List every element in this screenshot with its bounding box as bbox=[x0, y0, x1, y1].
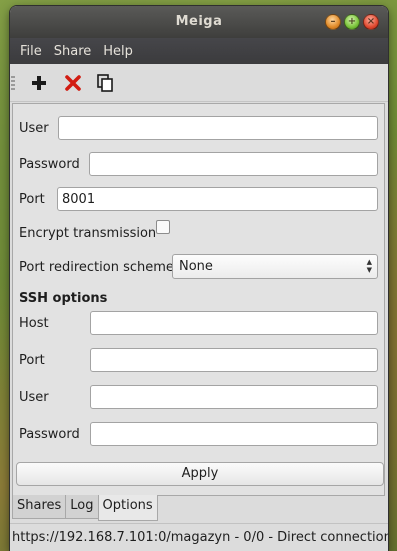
tab-log[interactable]: Log bbox=[65, 495, 99, 519]
ssh-user-field[interactable] bbox=[90, 385, 378, 409]
redirection-label: Port redirection scheme bbox=[19, 260, 174, 275]
copy-button[interactable] bbox=[94, 72, 116, 94]
close-icon: × bbox=[366, 16, 376, 27]
menu-file[interactable]: File bbox=[14, 44, 48, 59]
ssh-host-field[interactable] bbox=[90, 311, 378, 335]
port-label: Port bbox=[19, 192, 45, 207]
ssh-password-label: Password bbox=[19, 427, 80, 442]
maximize-button[interactable]: + bbox=[344, 14, 360, 30]
plus-icon bbox=[32, 76, 46, 90]
minimize-button[interactable]: – bbox=[325, 14, 341, 30]
status-bar: https://192.168.7.101:0/magazyn - 0/0 - … bbox=[10, 523, 388, 551]
user-label: User bbox=[19, 121, 49, 136]
ssh-port-field[interactable] bbox=[90, 348, 378, 372]
password-label: Password bbox=[19, 157, 80, 172]
tab-bar: Shares Log Options bbox=[12, 495, 158, 521]
options-panel: User Password Port Encrypt transmission … bbox=[12, 103, 385, 496]
title-bar[interactable]: Meiga – + × bbox=[10, 6, 388, 38]
ssh-password-field[interactable] bbox=[90, 422, 378, 446]
encrypt-checkbox[interactable] bbox=[156, 220, 170, 234]
copy-icon bbox=[97, 74, 113, 92]
maximize-icon: + bbox=[347, 16, 357, 27]
minimize-icon: – bbox=[330, 16, 336, 27]
tab-shares[interactable]: Shares bbox=[12, 495, 67, 519]
ssh-section-title: SSH options bbox=[19, 291, 108, 306]
menu-help[interactable]: Help bbox=[97, 44, 139, 59]
tab-options[interactable]: Options bbox=[97, 495, 158, 521]
encrypt-label: Encrypt transmission bbox=[19, 226, 157, 241]
ssh-user-label: User bbox=[19, 390, 49, 405]
app-window: Meiga – + × File Share Help User Passwor… bbox=[10, 6, 388, 551]
menu-share[interactable]: Share bbox=[48, 44, 98, 59]
ssh-port-label: Port bbox=[19, 353, 45, 368]
red-x-icon bbox=[65, 75, 81, 91]
menu-bar: File Share Help bbox=[10, 38, 388, 64]
user-field[interactable] bbox=[58, 116, 378, 140]
port-field[interactable] bbox=[57, 187, 378, 211]
apply-button[interactable]: Apply bbox=[16, 462, 384, 486]
add-share-button[interactable] bbox=[28, 72, 50, 94]
redirection-select[interactable]: None ▲ ▼ bbox=[172, 254, 378, 279]
close-button[interactable]: × bbox=[363, 14, 379, 30]
password-field[interactable] bbox=[89, 152, 378, 176]
toolbar-grip-handle[interactable] bbox=[11, 76, 15, 90]
ssh-host-label: Host bbox=[19, 316, 49, 331]
updown-arrows-icon: ▲ ▼ bbox=[366, 258, 372, 274]
toolbar bbox=[10, 64, 388, 102]
remove-share-button[interactable] bbox=[62, 72, 84, 94]
redirection-value: None bbox=[179, 259, 213, 274]
